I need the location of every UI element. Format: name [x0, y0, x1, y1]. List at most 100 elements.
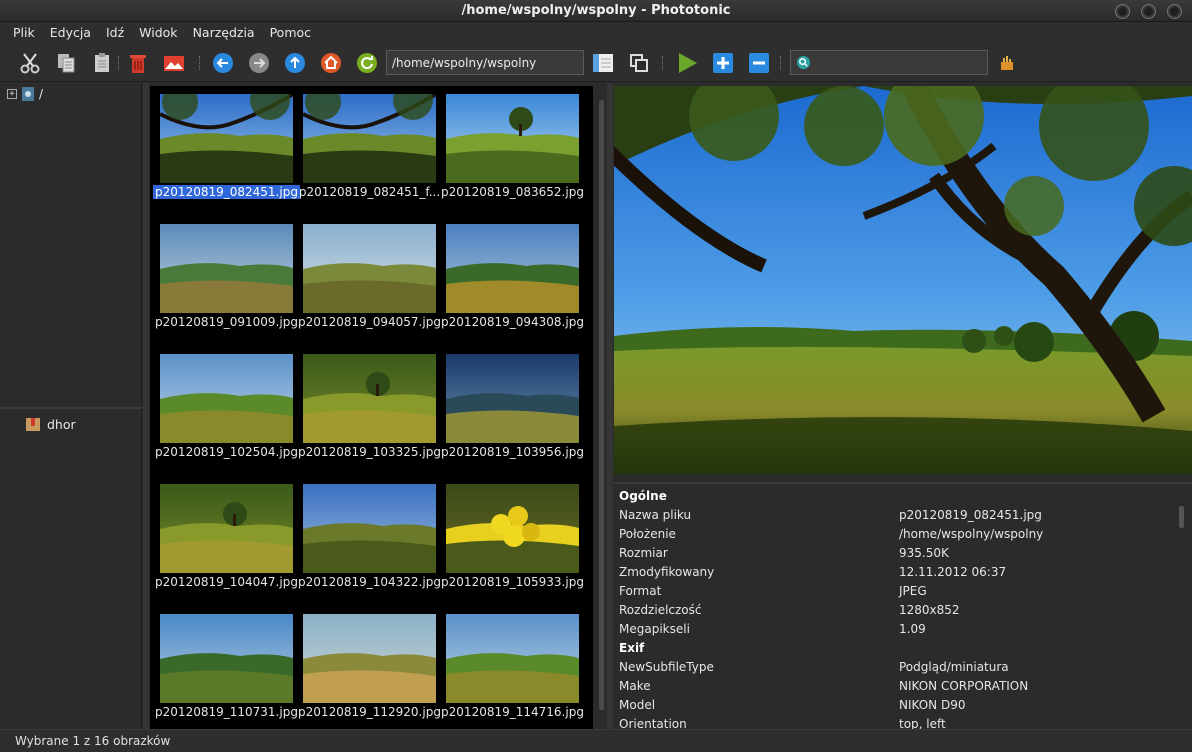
zoom-out-icon[interactable] [747, 51, 771, 75]
thumbnail-item[interactable]: p20120819_102504.jpg [150, 346, 298, 476]
toolbar [0, 44, 1192, 82]
info-row: Make NIKON CORPORATION [619, 679, 1179, 698]
info-value: 1.09 [899, 622, 926, 636]
thumbnail-label: p20120819_110731.jpg [155, 705, 298, 719]
info-key: Rozdzielczość [619, 603, 702, 617]
thumbnail-item[interactable]: p20120819_082451.jpg [150, 86, 300, 216]
slideshow-icon[interactable] [675, 51, 699, 75]
toolbar-separator [662, 56, 664, 70]
tree-item-root[interactable]: + / [7, 86, 43, 102]
thumbnail-image [160, 224, 293, 313]
menu-plik[interactable]: Plik [7, 22, 41, 44]
thumbnail-item[interactable]: p20120819_094057.jpg [293, 216, 441, 346]
thumbnail-label: p20120819_104047.jpg [155, 575, 298, 589]
scrollbar-handle[interactable] [1179, 506, 1184, 528]
thumbnail-image [160, 614, 293, 703]
back-icon[interactable] [211, 51, 235, 75]
maximize-button[interactable] [1141, 4, 1156, 19]
up-icon[interactable] [283, 51, 307, 75]
thumbnail-image [302, 86, 438, 183]
thumbnail-image [160, 354, 293, 443]
info-value: p20120819_082451.jpg [899, 508, 1042, 522]
thumbnail-item[interactable]: p20120819_082451_f... [293, 86, 440, 216]
thumbnail-label: p20120819_091009.jpg [155, 315, 298, 329]
copy-icon[interactable] [54, 51, 78, 75]
thumbnail-item[interactable]: p20120819_104047.jpg [150, 476, 298, 606]
thumbnail-label-wrap: p20120819_094057.jpg [293, 315, 446, 329]
info-row: Model NIKON D90 [619, 698, 1179, 717]
status-bar: Wybrane 1 z 16 obrazków [0, 729, 1192, 752]
thumbnail-item[interactable]: p20120819_091009.jpg [150, 216, 298, 346]
thumbnail-label-wrap: p20120819_083652.jpg [436, 185, 589, 199]
thumbnail-label: p20120819_094057.jpg [298, 315, 441, 329]
thumbnail-item[interactable]: p20120819_112920.jpg [293, 606, 441, 729]
toolbar-separator [780, 56, 782, 70]
info-row: Nazwa pliku p20120819_082451.jpg [619, 508, 1179, 527]
info-value: Podgląd/miniatura [899, 660, 1009, 674]
info-scrollbar[interactable] [1177, 488, 1187, 728]
compare-icon[interactable] [627, 51, 651, 75]
thumbnail-label: p20120819_094308.jpg [441, 315, 584, 329]
path-input[interactable] [386, 50, 584, 75]
thumbnail-item[interactable]: p20120819_110731.jpg [150, 606, 298, 729]
view-details-icon[interactable] [591, 51, 615, 75]
menu-bar: Plik Edycja Idź Widok Narzędzia Pomoc [0, 22, 1192, 44]
info-row: Orientation top, left [619, 717, 1179, 729]
thumbnail-label: p20120819_103956.jpg [441, 445, 584, 459]
menu-pomoc[interactable]: Pomoc [264, 22, 317, 44]
info-key: Make [619, 679, 651, 693]
info-key: Orientation [619, 717, 687, 729]
home-icon[interactable] [319, 51, 343, 75]
cut-icon[interactable] [18, 51, 42, 75]
zoom-in-icon[interactable] [711, 51, 735, 75]
info-key: Ogólne [619, 489, 667, 503]
expand-icon[interactable]: + [7, 89, 17, 99]
info-key: Exif [619, 641, 645, 655]
thumbnail-item[interactable]: p20120819_104322.jpg [293, 476, 441, 606]
info-key: Nazwa pliku [619, 508, 692, 522]
info-value: NIKON CORPORATION [899, 679, 1029, 693]
thumbnail-label-wrap: p20120819_082451.jpg [150, 185, 303, 199]
close-button[interactable] [1167, 4, 1182, 19]
thumbnail-label-wrap: p20120819_112920.jpg [293, 705, 446, 719]
info-value: JPEG [899, 584, 927, 598]
thumbnail-label-wrap: p20120819_105933.jpg [436, 575, 589, 589]
thumbnail-label: p20120819_112920.jpg [298, 705, 441, 719]
image-preview[interactable] [614, 86, 1192, 474]
menu-idz[interactable]: Idź [100, 22, 130, 44]
splitter-handle[interactable] [143, 83, 149, 729]
thumbnail-image [446, 614, 579, 703]
menu-edycja[interactable]: Edycja [44, 22, 97, 44]
bookmarks-pane: dhor [0, 407, 142, 729]
thumbnail-label-wrap: p20120819_102504.jpg [150, 445, 303, 459]
scrollbar-handle[interactable] [599, 100, 604, 710]
forward-icon[interactable] [247, 51, 271, 75]
search-input[interactable] [815, 53, 983, 72]
delete-icon[interactable] [126, 51, 150, 75]
menu-narzedzia[interactable]: Narzędzia [187, 22, 261, 44]
bookmark-folder-icon [26, 418, 40, 431]
refresh-icon[interactable] [355, 51, 379, 75]
bookmark-item[interactable]: dhor [25, 416, 76, 432]
thumbnail-label-wrap: p20120819_103325.jpg [293, 445, 446, 459]
thumbnail-image [303, 354, 436, 443]
thumbnail-label-wrap: p20120819_091009.jpg [150, 315, 303, 329]
info-row: Rozdzielczość 1280x852 [619, 603, 1179, 622]
toolbar-separator [199, 56, 201, 70]
thumbnail-scrollbar[interactable] [597, 86, 607, 729]
minimize-button[interactable] [1115, 4, 1130, 19]
splitter-handle[interactable] [607, 83, 613, 729]
set-wallpaper-icon[interactable] [162, 51, 186, 75]
info-section-header: Exif [619, 641, 1179, 660]
thumbnail-item[interactable]: p20120819_083652.jpg [436, 86, 584, 216]
paste-icon[interactable] [90, 51, 114, 75]
thumbnail-item[interactable]: p20120819_103956.jpg [436, 346, 584, 476]
thumbnail-item[interactable]: p20120819_094308.jpg [436, 216, 584, 346]
info-row: NewSubfileType Podgląd/miniatura [619, 660, 1179, 679]
menu-widok[interactable]: Widok [133, 22, 183, 44]
thumbnail-item[interactable]: p20120819_103325.jpg [293, 346, 441, 476]
filter-icon[interactable] [995, 51, 1019, 75]
thumbnail-item[interactable]: p20120819_105933.jpg [436, 476, 584, 606]
info-section-header: Ogólne [619, 489, 1179, 508]
thumbnail-item[interactable]: p20120819_114716.jpg [436, 606, 584, 729]
